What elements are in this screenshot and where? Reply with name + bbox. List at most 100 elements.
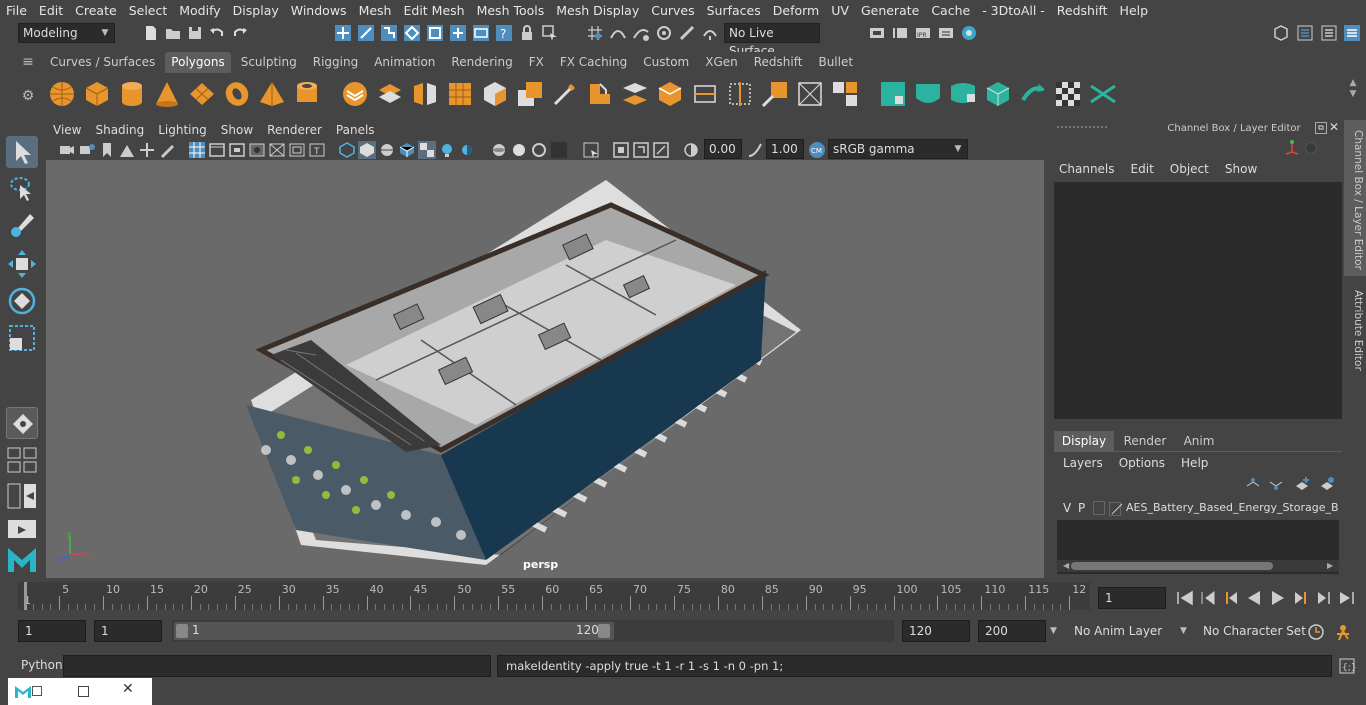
poly-pipe-icon[interactable] [293, 80, 321, 108]
combine-icon[interactable] [341, 80, 369, 108]
layer-visibility-toggle[interactable]: V [1063, 501, 1071, 515]
snap-to-view-planes-icon[interactable] [655, 24, 673, 42]
select-tool-button[interactable] [6, 136, 38, 168]
poly-torus-icon[interactable] [223, 80, 251, 108]
panel-menu-shading[interactable]: Shading [88, 123, 151, 137]
layer-display-type-toggle[interactable] [1093, 501, 1105, 515]
tab-fx[interactable]: FX [523, 52, 550, 73]
go-to-end-icon[interactable] [1335, 588, 1358, 608]
workspace-icon[interactable] [1272, 24, 1290, 42]
go-to-start-icon[interactable] [1174, 588, 1197, 608]
toggle-tool-settings-icon[interactable] [1320, 24, 1338, 42]
menu-edit-mesh[interactable]: Edit Mesh [397, 3, 470, 18]
xray-joints-icon[interactable] [530, 141, 548, 159]
layers-menu[interactable]: Layers [1063, 456, 1103, 470]
show-manipulator-button[interactable] [6, 407, 38, 439]
panel-menu-view[interactable]: View [46, 123, 88, 137]
fill-hole-icon[interactable] [656, 80, 684, 108]
live-surface-field[interactable]: No Live Surface [724, 23, 820, 58]
poly-cone-icon[interactable] [153, 80, 181, 108]
toggle-channel-box-icon[interactable] [1343, 24, 1361, 42]
show-menu[interactable]: Show [1225, 162, 1257, 176]
poly-plane-icon[interactable] [188, 80, 216, 108]
poly-cylinder-icon[interactable] [118, 80, 146, 108]
gamma-icon[interactable] [746, 141, 764, 159]
close-icon[interactable]: ✕ [1329, 120, 1341, 134]
bookmark-icon[interactable] [98, 141, 116, 159]
menu-select[interactable]: Select [123, 3, 174, 18]
chevron-down-icon[interactable]: ▼ [1050, 622, 1062, 640]
building-model[interactable] [46, 160, 1044, 578]
select-by-object-icon[interactable] [357, 24, 375, 42]
panel-menu-panels[interactable]: Panels [329, 123, 382, 137]
channel-list[interactable] [1054, 182, 1342, 419]
step-back-frame-icon[interactable] [1220, 588, 1243, 608]
checker-map-icon[interactable] [1054, 80, 1082, 108]
paint-select-tool-button[interactable] [6, 210, 38, 242]
tab-attribute-editor[interactable]: Attribute Editor [1344, 286, 1366, 378]
rotate-tool-button[interactable] [6, 285, 38, 317]
grease-pencil-icon[interactable] [158, 141, 176, 159]
undo-icon[interactable] [208, 24, 226, 42]
auto-key-icon[interactable] [1306, 622, 1326, 642]
mask-misc-icon[interactable]: ? [495, 24, 513, 42]
cylindrical-map-icon[interactable] [949, 80, 977, 108]
step-back-key-icon[interactable] [1197, 588, 1220, 608]
hypershade-icon[interactable] [960, 24, 978, 42]
ipr-render-icon[interactable]: IPR [914, 24, 932, 42]
bevel-icon[interactable] [586, 80, 614, 108]
chevron-down-icon[interactable]: ▼ [1180, 622, 1192, 640]
menu-generate[interactable]: Generate [855, 3, 925, 18]
circle-toggle-icon[interactable] [1305, 142, 1317, 154]
restore-icon[interactable] [32, 686, 42, 696]
animation-preferences-icon[interactable] [1334, 622, 1356, 642]
menu-display[interactable]: Display [227, 3, 285, 18]
mask-deformations-icon[interactable] [472, 24, 490, 42]
object-menu[interactable]: Object [1170, 162, 1209, 176]
mirror-icon[interactable] [411, 80, 439, 108]
snap-to-curves-icon[interactable] [609, 24, 627, 42]
current-frame-field[interactable]: 1 [1098, 587, 1166, 609]
uv-editor-icon[interactable] [879, 80, 907, 108]
menu-mesh[interactable]: Mesh [353, 3, 398, 18]
layer-playback-toggle[interactable]: P [1078, 501, 1085, 515]
render-current-frame-icon[interactable] [891, 24, 909, 42]
bridge-icon[interactable] [621, 80, 649, 108]
tab-curves-surfaces[interactable]: Curves / Surfaces [44, 52, 161, 73]
maximize-icon[interactable] [78, 686, 89, 697]
zoom-to-selection-icon[interactable] [652, 141, 670, 159]
shadows-icon[interactable] [458, 141, 476, 159]
scroll-left-icon[interactable]: ◀ [1063, 562, 1069, 570]
tab-rigging[interactable]: Rigging [307, 52, 364, 73]
gate-mask-icon[interactable] [248, 141, 266, 159]
scale-tool-button[interactable] [6, 322, 38, 354]
range-slider-bar[interactable]: 1 120 [174, 622, 614, 640]
lasso-tool-button[interactable] [6, 173, 38, 205]
play-forwards-icon[interactable] [1266, 588, 1289, 608]
xray-active-components-icon[interactable] [510, 141, 528, 159]
smooth-shade-icon[interactable] [358, 141, 376, 159]
tab-custom[interactable]: Custom [637, 52, 695, 73]
scroll-thumb[interactable] [1071, 562, 1273, 570]
layer-name[interactable]: AES_Battery_Based_Energy_Storage_Buildi [1126, 501, 1338, 514]
move-tool-button[interactable] [6, 248, 38, 280]
tab-render[interactable]: Render [1117, 431, 1173, 451]
target-weld-icon[interactable] [796, 80, 824, 108]
xray-icon[interactable] [490, 141, 508, 159]
step-forward-frame-icon[interactable] [1289, 588, 1312, 608]
exposure-field[interactable]: 0.00 [704, 139, 742, 159]
new-layer-icon[interactable] [1294, 476, 1310, 492]
menu-uv[interactable]: UV [825, 3, 855, 18]
menu-edit[interactable]: Edit [33, 3, 69, 18]
color-management-icon[interactable]: CM [808, 141, 826, 159]
textured-icon[interactable] [418, 141, 436, 159]
timeline-playhead[interactable] [24, 582, 27, 610]
start-time-field[interactable]: 1 [18, 620, 86, 642]
unfold-icon[interactable] [1019, 80, 1047, 108]
panel-menu-lighting[interactable]: Lighting [151, 123, 214, 137]
float-panel-icon[interactable]: ⧉ [1315, 122, 1327, 134]
snap-to-surface-icon[interactable] [701, 24, 719, 42]
safe-title-icon[interactable]: T [308, 141, 326, 159]
tab-sculpting[interactable]: Sculpting [235, 52, 303, 73]
tab-rendering[interactable]: Rendering [445, 52, 518, 73]
